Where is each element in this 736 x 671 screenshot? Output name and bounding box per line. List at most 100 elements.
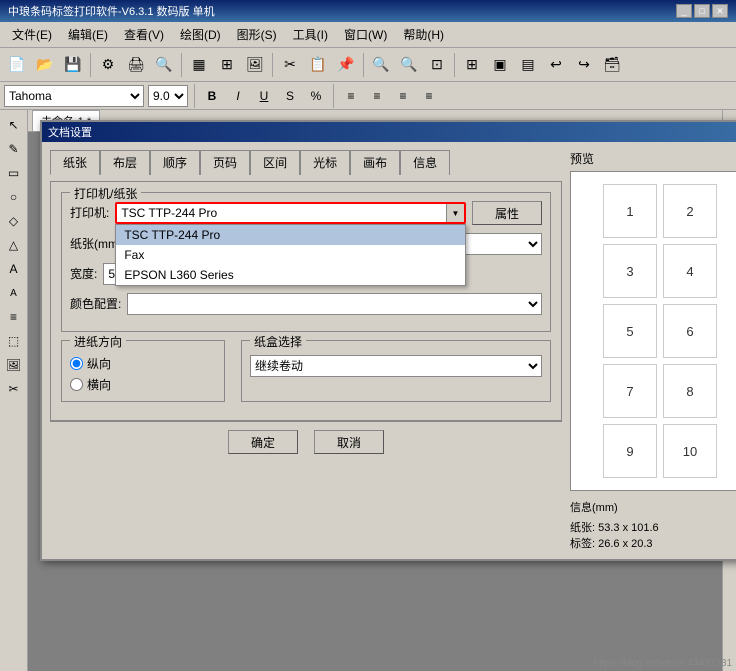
menu-bar: 文件(E) 编辑(E) 查看(V) 绘图(D) 图形(S) 工具(I) 窗口(W…: [0, 22, 736, 48]
tab-range[interactable]: 区间: [250, 150, 300, 175]
barcode-btn[interactable]: ▦: [186, 52, 212, 78]
menu-shape[interactable]: 图形(S): [229, 24, 285, 45]
menu-window[interactable]: 窗口(W): [336, 24, 395, 45]
feed-section: 进纸方向 纵向 横向: [61, 340, 225, 402]
toolbar-sep-4: [363, 53, 364, 77]
info-paper-size: 纸张: 53.3 x 101.6: [570, 519, 736, 535]
group-btn[interactable]: ▣: [487, 52, 513, 78]
dialog-buttons: 确定 取消: [50, 421, 562, 462]
bold-btn[interactable]: B: [201, 85, 223, 107]
printer-select-box[interactable]: TSC TTP-244 Pro ▼: [115, 202, 466, 224]
align-btn[interactable]: ⊞: [459, 52, 485, 78]
dialog-left: 纸张 布层 顺序 页码 区间 光标 画布 信息 打印机/纸张: [50, 150, 562, 551]
tab-paper[interactable]: 纸张: [50, 150, 100, 175]
bottom-section: 进纸方向 纵向 横向: [61, 340, 551, 410]
toolbar-sep-1: [90, 53, 91, 77]
ok-btn[interactable]: 确定: [228, 430, 298, 454]
menu-draw[interactable]: 绘图(D): [172, 24, 229, 45]
feed-horizontal-radio[interactable]: [70, 378, 83, 391]
paper-box-select[interactable]: 继续卷动: [250, 355, 542, 377]
zoom-in-btn[interactable]: 🔍: [368, 52, 394, 78]
tab-info[interactable]: 信息: [400, 150, 450, 175]
redo-btn[interactable]: ↪: [571, 52, 597, 78]
print-btn[interactable]: 🖨: [123, 52, 149, 78]
printer-option-fax[interactable]: Fax: [116, 245, 465, 265]
barcode2-btn[interactable]: ⊞: [214, 52, 240, 78]
preview-panel: 预览 1 2 3 4 5 6 7 8 9 10: [570, 150, 736, 551]
preview-cell-9: 9: [603, 424, 657, 478]
tab-layer[interactable]: 布层: [100, 150, 150, 175]
minimize-btn[interactable]: _: [676, 4, 692, 18]
main-area: ↖ ✎ ▭ ○ ◇ △ A A ≡ ⬚ 🖼 ✂ 未命名-1 * 2 3 文档设置…: [0, 110, 736, 671]
settings-btn[interactable]: ⚙: [95, 52, 121, 78]
printer-option-tsc[interactable]: TSC TTP-244 Pro: [116, 225, 465, 245]
printer-label: 打印机:: [70, 204, 109, 221]
align-right-btn[interactable]: ≡: [392, 85, 414, 107]
close-btn[interactable]: ✕: [712, 4, 728, 18]
preview-cell-6: 6: [663, 304, 717, 358]
feed-vertical-option: 纵向: [70, 355, 216, 372]
width-label: 宽度:: [70, 265, 97, 282]
tab-page[interactable]: 页码: [200, 150, 250, 175]
printer-paper-label: 打印机/纸张: [70, 185, 141, 202]
info-box: 信息(mm) 纸张: 53.3 x 101.6 标签: 26.6 x 20.3: [570, 499, 736, 551]
preview-title: 预览: [570, 150, 736, 167]
percent-btn[interactable]: %: [305, 85, 327, 107]
printer-paper-section: 打印机/纸张 打印机: TSC TTP-244 Pro ▼: [61, 192, 551, 332]
font-select[interactable]: Tahoma: [4, 85, 144, 107]
open-btn[interactable]: 📂: [32, 52, 58, 78]
paste-btn[interactable]: 📌: [333, 52, 359, 78]
printer-option-epson[interactable]: EPSON L360 Series: [116, 265, 465, 285]
properties-btn[interactable]: 属性: [472, 201, 542, 225]
tab-canvas[interactable]: 画布: [350, 150, 400, 175]
zoom-out-btn[interactable]: 🔍: [396, 52, 422, 78]
feed-horizontal-label: 横向: [87, 376, 111, 393]
preview-btn[interactable]: 🔍: [151, 52, 177, 78]
ungroup-btn[interactable]: ▤: [515, 52, 541, 78]
font-sep-1: [194, 84, 195, 108]
align-center-btn[interactable]: ≡: [366, 85, 388, 107]
menu-edit[interactable]: 编辑(E): [60, 24, 116, 45]
feed-vertical-radio[interactable]: [70, 357, 83, 370]
font-sep-2: [333, 84, 334, 108]
preview-cell-7: 7: [603, 364, 657, 418]
color-label: 颜色配置:: [70, 295, 121, 312]
dialog-title: 文档设置: [48, 124, 92, 140]
title-bar: 中琅条码标签打印软件-V6.3.1 数码版 单机 _ □ ✕: [0, 0, 736, 22]
paper-box-section: 纸盒选择 继续卷动: [241, 340, 551, 402]
cancel-btn[interactable]: 取消: [314, 430, 384, 454]
feed-vertical-label: 纵向: [87, 355, 111, 372]
italic-btn[interactable]: I: [227, 85, 249, 107]
font-size-select[interactable]: 9.0: [148, 85, 188, 107]
preview-cell-8: 8: [663, 364, 717, 418]
undo-btn[interactable]: ↩: [543, 52, 569, 78]
menu-view[interactable]: 查看(V): [116, 24, 172, 45]
copy-btn[interactable]: 📋: [305, 52, 331, 78]
menu-help[interactable]: 帮助(H): [395, 24, 452, 45]
save-btn[interactable]: 💾: [60, 52, 86, 78]
maximize-btn[interactable]: □: [694, 4, 710, 18]
zoom-fit-btn[interactable]: ⊡: [424, 52, 450, 78]
tab-order[interactable]: 顺序: [150, 150, 200, 175]
cut-btn[interactable]: ✂: [277, 52, 303, 78]
align-left-btn[interactable]: ≡: [340, 85, 362, 107]
dialog-overlay: 文档设置 ✕ 纸张 布层 顺序 页码 区间 光标 画布 信息: [0, 110, 736, 671]
color-select[interactable]: [127, 293, 542, 315]
printer-dropdown-arrow[interactable]: ▼: [446, 204, 464, 222]
align-justify-btn[interactable]: ≡: [418, 85, 440, 107]
printer-row: 打印机: TSC TTP-244 Pro ▼ TSC TTP-244 Pro: [70, 201, 542, 225]
menu-tools[interactable]: 工具(I): [285, 24, 336, 45]
feed-horizontal-option: 横向: [70, 376, 216, 393]
toolbar: 📄 📂 💾 ⚙ 🖨 🔍 ▦ ⊞ 🖼 ✂ 📋 📌 🔍 🔍 ⊡ ⊞ ▣ ▤ ↩ ↪ …: [0, 48, 736, 82]
new-btn[interactable]: 📄: [4, 52, 30, 78]
feed-radio-group: 纵向 横向: [70, 355, 216, 393]
database-btn[interactable]: 🗃: [599, 52, 625, 78]
color-row: 颜色配置:: [70, 293, 542, 315]
strikethrough-btn[interactable]: S: [279, 85, 301, 107]
feed-label: 进纸方向: [70, 333, 126, 350]
image-btn[interactable]: 🖼: [242, 52, 268, 78]
preview-cell-3: 3: [603, 244, 657, 298]
underline-btn[interactable]: U: [253, 85, 275, 107]
menu-file[interactable]: 文件(E): [4, 24, 60, 45]
tab-cursor[interactable]: 光标: [300, 150, 350, 175]
